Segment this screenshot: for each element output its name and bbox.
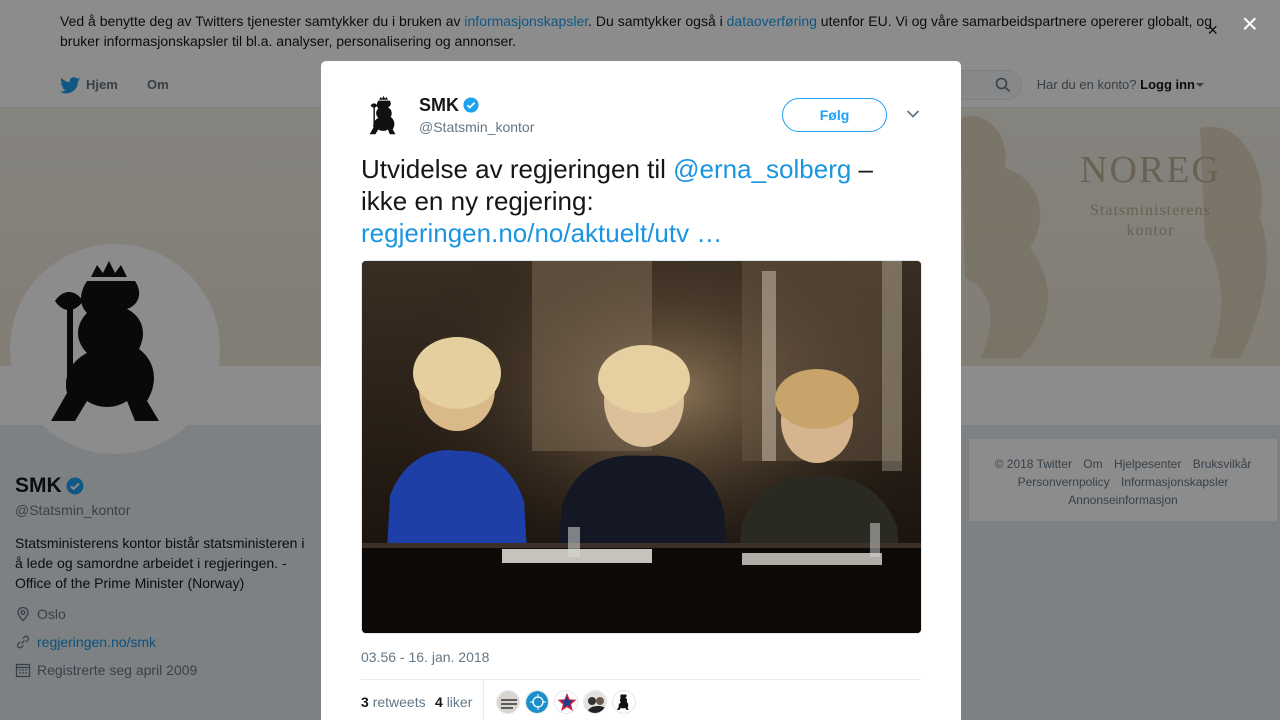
liker-avatar[interactable] <box>612 690 636 714</box>
likes-count: 4 <box>435 694 443 710</box>
liker-avatar-image <box>526 691 548 713</box>
liker-avatar[interactable] <box>496 690 520 714</box>
tweet-mention-link[interactable]: @erna_solberg <box>673 154 851 184</box>
follow-button[interactable]: Følg <box>782 98 887 132</box>
lion-emblem-icon <box>369 95 396 135</box>
liker-avatar[interactable] <box>554 690 578 714</box>
stats-divider <box>361 679 921 680</box>
retweets-label: retweets <box>372 694 426 710</box>
tweet-modal: SMK @Statsmin_kontor Følg Utvidelse av r… <box>321 61 961 720</box>
lion-emblem-icon <box>616 694 629 710</box>
retweets-count: 3 <box>361 694 369 710</box>
liker-avatar-image <box>555 691 577 713</box>
chevron-down-icon[interactable] <box>906 109 920 119</box>
tweet-author-name[interactable]: SMK <box>419 95 479 116</box>
tweet-author-handle[interactable]: @Statsmin_kontor <box>419 119 534 135</box>
tweet-author-name-text: SMK <box>419 95 459 115</box>
tweet-author-avatar[interactable] <box>361 93 409 141</box>
tweet-text-part-1: Utvidelse av regjeringen til <box>361 154 674 184</box>
likes-label: liker <box>446 694 473 710</box>
liker-avatar-image <box>584 691 606 713</box>
retweets-stat[interactable]: 3 retweets <box>361 694 426 710</box>
photo-content <box>362 261 921 633</box>
tweet-timestamp[interactable]: 03.56 - 16. jan. 2018 <box>361 649 489 665</box>
stats-vertical-divider <box>483 679 484 720</box>
close-icon[interactable]: × <box>1242 10 1258 38</box>
tweet-url-link[interactable]: regjeringen.no/no/aktuelt/utv … <box>361 218 722 248</box>
likes-stat[interactable]: 4 liker <box>435 694 472 710</box>
tweet-photo[interactable] <box>361 260 922 634</box>
verified-icon <box>463 97 479 113</box>
liker-avatar[interactable] <box>525 690 549 714</box>
liker-avatar[interactable] <box>583 690 607 714</box>
tweet-text: Utvidelse av regjeringen til @erna_solbe… <box>361 153 921 249</box>
liker-avatar-image <box>497 691 519 713</box>
